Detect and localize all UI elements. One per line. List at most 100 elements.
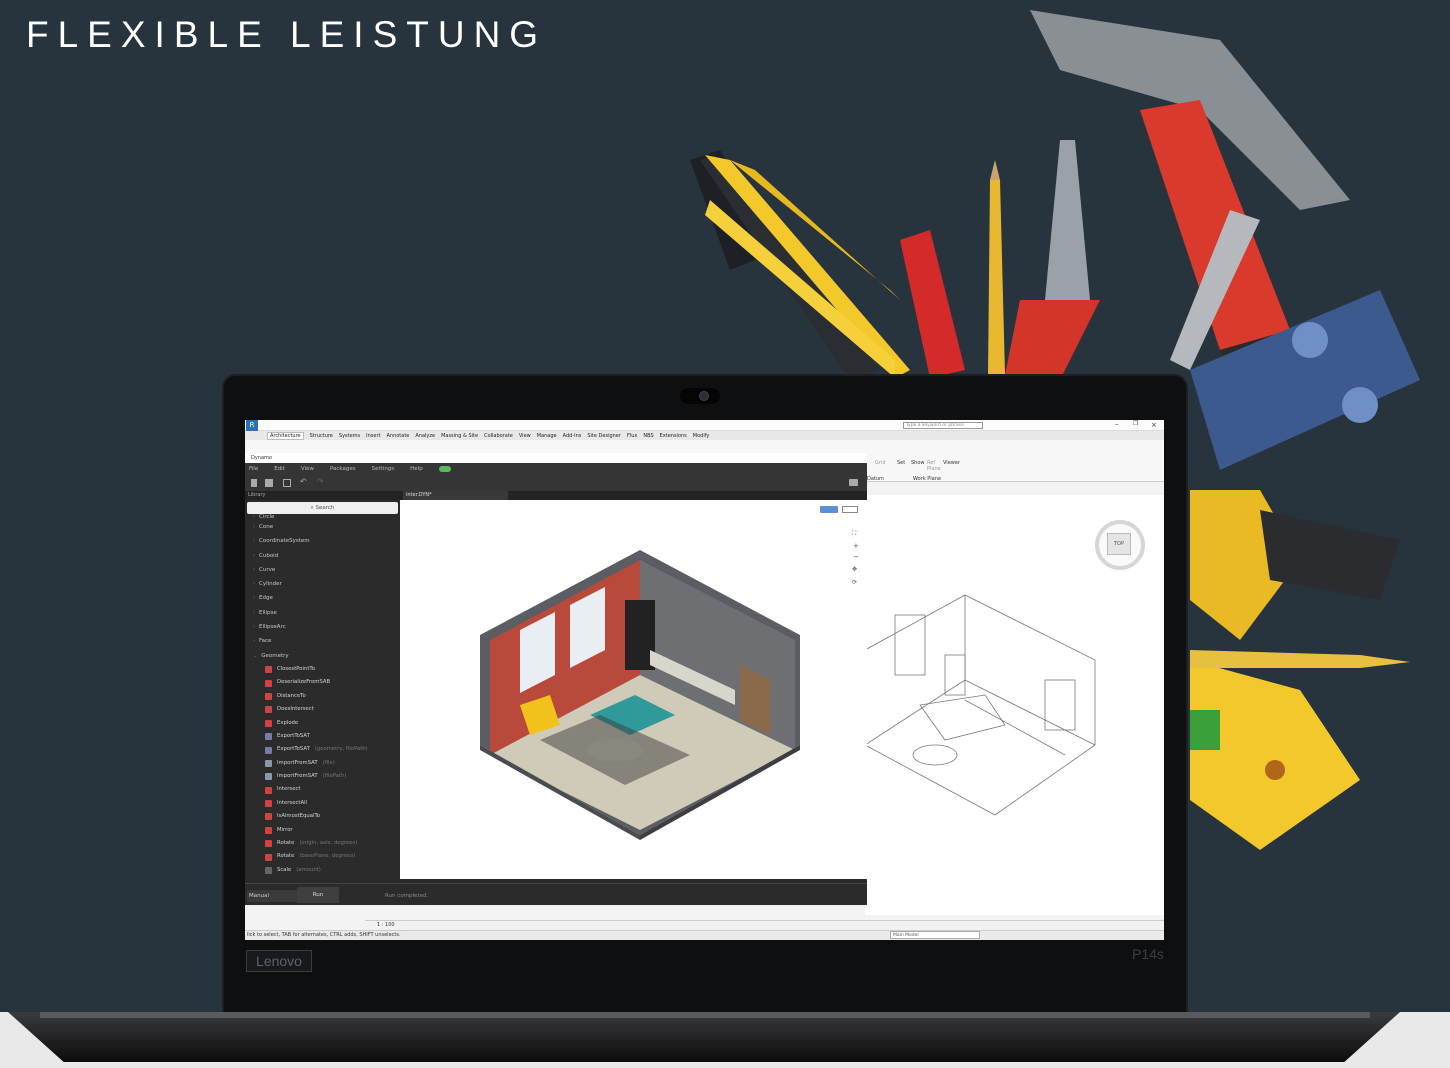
library-category[interactable]: › Ellipse — [245, 606, 400, 620]
open-file-icon[interactable] — [265, 479, 273, 487]
work-plane-panel-label: Work Plane — [913, 476, 941, 482]
library-node[interactable]: Mirror — [245, 824, 400, 837]
run-bar: Manual Run Run completed. — [245, 883, 867, 905]
grid-button[interactable]: Grid — [875, 460, 886, 466]
tab-massing-site[interactable]: Massing & Site — [441, 433, 478, 439]
library-category-geometry[interactable]: ⌄ Geometry — [245, 649, 400, 663]
ribbon-tabs: Architecture Structure Systems Insert An… — [245, 431, 1164, 440]
tab-analyze[interactable]: Analyze — [415, 433, 435, 439]
geometry-view-icon[interactable] — [842, 506, 858, 513]
library-search-input[interactable]: ⌕ Search — [247, 502, 398, 514]
tab-manage[interactable]: Manage — [537, 433, 557, 439]
tab-insert[interactable]: Insert — [366, 433, 380, 439]
library-category[interactable]: › EllipseArc — [245, 620, 400, 634]
library-category[interactable]: › Edge — [245, 591, 400, 605]
zoom-out-icon[interactable]: − — [853, 553, 859, 561]
undo-icon[interactable]: ↶ — [300, 477, 307, 486]
library-node[interactable]: IntersectAll — [245, 797, 400, 810]
tab-site-designer[interactable]: Site Designer — [587, 433, 621, 439]
menu-edit[interactable]: Edit — [274, 466, 285, 472]
library-category[interactable]: › Curve — [245, 563, 400, 577]
zoom-fit-icon[interactable]: ⛶ — [852, 530, 856, 538]
dynamo-canvas[interactable] — [400, 500, 867, 879]
datum-panel-label: Datum — [867, 476, 884, 482]
library-node[interactable]: Explode — [245, 717, 400, 730]
menu-help[interactable]: Help — [410, 466, 423, 472]
tab-collaborate[interactable]: Collaborate — [484, 433, 513, 439]
new-file-icon[interactable] — [251, 479, 257, 487]
laptop-base — [8, 1012, 1400, 1062]
library-node[interactable]: DoesIntersect — [245, 703, 400, 716]
library-node[interactable]: IsAlmostEqualTo — [245, 810, 400, 823]
tab-annotate[interactable]: Annotate — [386, 433, 409, 439]
webcam-lens-icon — [699, 391, 709, 401]
node-icon — [265, 679, 272, 687]
chevron-right-icon: › — [253, 552, 255, 559]
library-node[interactable]: DistanceTo — [245, 690, 400, 703]
library-node[interactable]: ExportToSAT (geometry, filePath) — [245, 743, 400, 756]
canvas-view-toggle[interactable] — [820, 504, 865, 516]
window-close-icon[interactable]: × — [1151, 421, 1157, 429]
library-category[interactable]: › Cylinder — [245, 577, 400, 591]
revit-titlebar: R × – ❐ — [245, 420, 1164, 431]
tab-systems[interactable]: Systems — [339, 433, 360, 439]
tab-extensions[interactable]: Extensions — [660, 433, 687, 439]
node-icon — [265, 813, 272, 821]
file-tab[interactable]: inter.DYN* — [403, 491, 508, 500]
zoom-in-icon[interactable]: + — [853, 542, 859, 550]
tab-view[interactable]: View — [519, 433, 531, 439]
camera-icon[interactable] — [849, 479, 858, 486]
chevron-right-icon: › — [253, 581, 255, 588]
library-node[interactable]: ExportToSAT — [245, 730, 400, 743]
view-scale[interactable]: 1 : 100 — [377, 922, 395, 928]
run-button[interactable]: Run — [297, 887, 339, 903]
window-restore-icon[interactable]: ❐ — [1133, 420, 1138, 427]
library-node[interactable]: DeserializeFromSAB — [245, 676, 400, 689]
status-indicator-icon — [438, 466, 451, 472]
library-node[interactable]: Rotate (basePlane, degrees) — [245, 850, 400, 863]
menu-settings[interactable]: Settings — [372, 466, 395, 472]
chevron-right-icon: › — [253, 595, 255, 602]
main-model-select[interactable]: Main Model — [890, 931, 980, 939]
chevron-right-icon: › — [253, 538, 255, 545]
orbit-icon[interactable]: ⟳ — [852, 579, 857, 586]
redo-icon[interactable]: ↷ — [317, 477, 324, 486]
tab-architecture[interactable]: Architecture — [267, 431, 304, 440]
tab-nbs[interactable]: NBS — [643, 433, 653, 439]
dynamo-window: Dynamo File Edit View Packages Settings … — [245, 453, 867, 905]
menu-packages[interactable]: Packages — [330, 466, 356, 472]
tab-flux[interactable]: Flux — [627, 433, 637, 439]
library-node[interactable]: ImportFromSAT (file) — [245, 757, 400, 770]
ref-plane-button[interactable]: Ref Plane — [927, 460, 941, 472]
library-node[interactable]: ImportFromSAT (filePath) — [245, 770, 400, 783]
node-icon — [265, 666, 272, 674]
viewer-button[interactable]: Viewer — [943, 460, 960, 466]
tab-structure[interactable]: Structure — [310, 433, 333, 439]
node-icon — [265, 800, 272, 808]
library-node[interactable]: ClosestPointTo — [245, 663, 400, 676]
tab-modify[interactable]: Modify — [693, 433, 710, 439]
library-category[interactable]: › Face — [245, 634, 400, 648]
keyword-search-input[interactable]: Type a keyword or phrase — [903, 422, 983, 429]
menu-view[interactable]: View — [301, 466, 314, 472]
revit-logo-icon[interactable]: R — [246, 420, 258, 431]
show-button[interactable]: Show — [911, 460, 925, 466]
save-icon[interactable] — [283, 479, 291, 487]
tab-add-ins[interactable]: Add-Ins — [563, 433, 582, 439]
run-mode-select[interactable]: Manual — [247, 890, 297, 902]
library-node[interactable]: Scale (amount) — [245, 864, 400, 877]
chevron-right-icon: › — [253, 638, 255, 645]
library-category[interactable]: › Cone — [245, 520, 400, 534]
viewcube-top-face[interactable]: TOP — [1107, 533, 1131, 555]
library-category[interactable]: › Cuboid — [245, 549, 400, 563]
set-button[interactable]: Set — [897, 460, 905, 466]
node-icon — [265, 826, 272, 834]
node-icon — [265, 733, 272, 741]
library-node[interactable]: Rotate (origin, axis, degrees) — [245, 837, 400, 850]
pan-icon[interactable]: ✥ — [852, 566, 857, 573]
window-minimize-icon[interactable]: – — [1115, 420, 1119, 428]
menu-file[interactable]: File — [249, 466, 258, 472]
library-category[interactable]: › CoordinateSystem — [245, 534, 400, 548]
graph-view-icon[interactable] — [820, 506, 838, 513]
library-node[interactable]: Intersect — [245, 783, 400, 796]
